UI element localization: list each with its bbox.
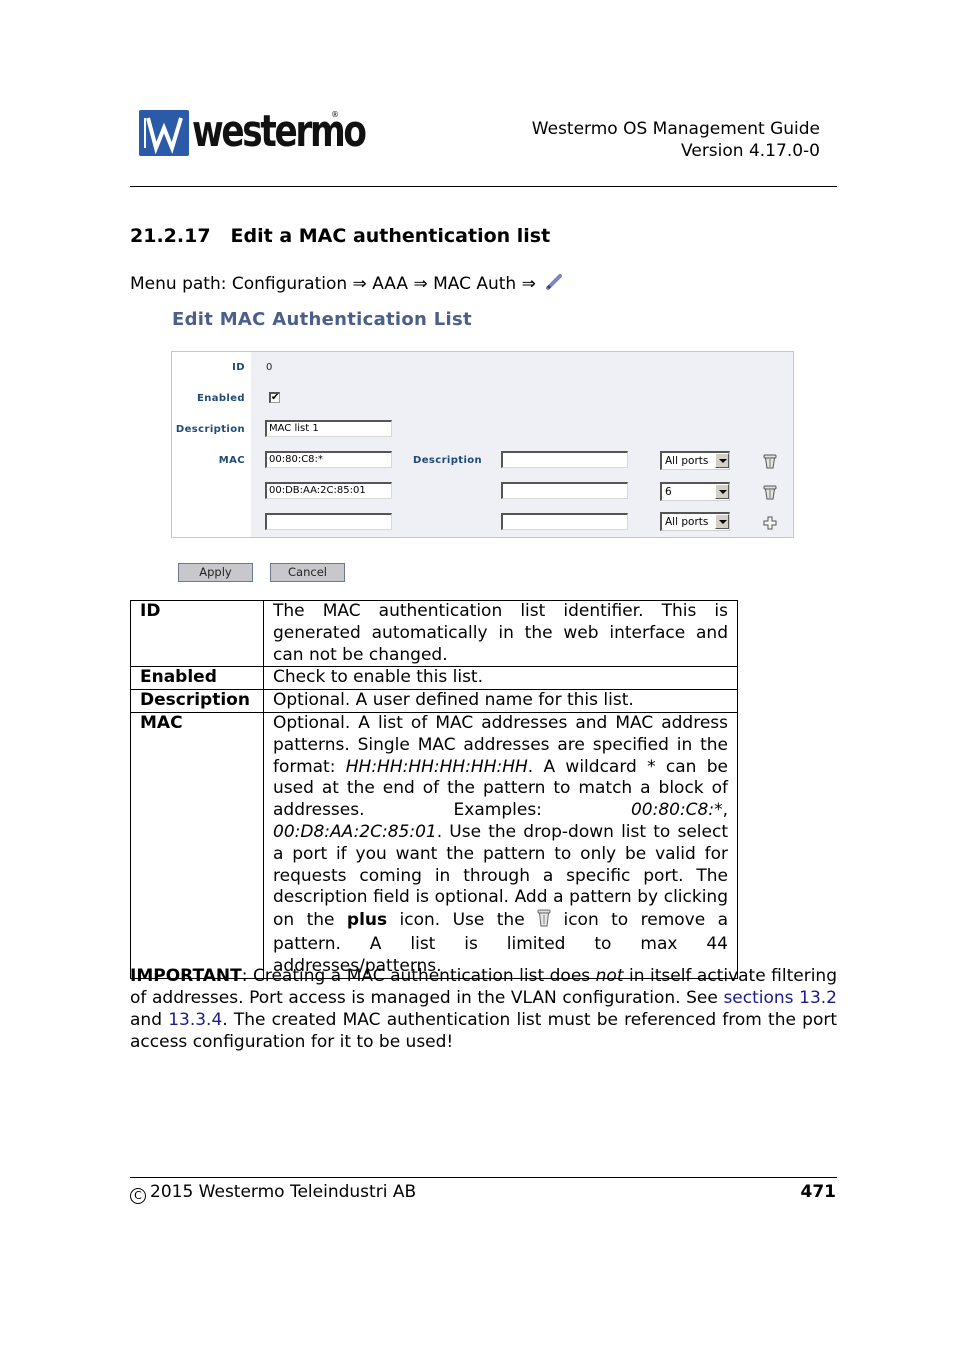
id-label: ID	[232, 362, 245, 373]
apply-button[interactable]: Apply	[178, 563, 253, 582]
description-label: Description	[175, 424, 245, 435]
emphasis: not	[595, 966, 624, 986]
text-run: ,	[722, 800, 728, 821]
mac-description-input[interactable]	[501, 513, 628, 530]
mac-description-input[interactable]	[501, 451, 628, 468]
port-select-value: All ports	[665, 455, 709, 467]
text-run: : Creating a MAC authentication list doe…	[241, 966, 596, 986]
menu-path: Menu path: Configuration ⇒ AAA ⇒ MAC Aut…	[130, 273, 563, 296]
page-number: 471	[800, 1182, 837, 1202]
table-key: ID	[130, 599, 264, 668]
mac-example: 00:D8:AA:2C:85:01	[273, 821, 437, 842]
copyright-icon: C	[130, 1188, 146, 1204]
ui-page-title: Edit MAC Authentication List	[172, 309, 472, 330]
important-label: IMPORTANT	[130, 966, 242, 986]
trash-icon[interactable]	[763, 453, 777, 469]
table-key: Enabled	[130, 666, 264, 691]
cancel-button[interactable]: Cancel	[270, 563, 345, 582]
table-value: The MAC authentication list identifier. …	[263, 599, 738, 668]
mac-auth-form: ID 0 Enabled ✔ Description MAC list 1 MA…	[171, 351, 794, 538]
table-row: MAC Optional. A list of MAC addresses an…	[130, 711, 738, 979]
pencil-icon	[545, 273, 563, 296]
footer-copyright: C 2015 Westermo Teleindustri AB	[130, 1182, 416, 1204]
id-value: 0	[266, 362, 273, 373]
trash-icon	[537, 909, 551, 934]
footer-divider	[130, 1177, 837, 1178]
enabled-checkbox[interactable]: ✔	[269, 392, 280, 403]
mac-example: 00:80:C8:*	[630, 800, 723, 821]
section-link[interactable]: sections 13.2	[723, 988, 837, 1008]
chevron-down-icon[interactable]	[715, 453, 729, 468]
important-note: IMPORTANT: Creating a MAC authentication…	[130, 965, 837, 1053]
text-run: icon. Use the	[387, 910, 538, 931]
menu-path-text: Menu path: Configuration ⇒ AAA ⇒ MAC Aut…	[130, 274, 536, 294]
mac-input[interactable]: 00:80:C8:*	[265, 451, 392, 468]
text-run: and	[130, 1010, 169, 1030]
table-row: Enabled Check to enable this list.	[130, 666, 738, 691]
table-value: Optional. A list of MAC addresses and MA…	[263, 711, 738, 979]
mac-label: MAC	[218, 455, 245, 466]
field-description-table: ID The MAC authentication list identifie…	[130, 599, 738, 979]
port-select-value: 6	[665, 486, 672, 498]
mac-description-label: Description	[413, 455, 483, 466]
port-select[interactable]: All ports	[660, 451, 730, 470]
logo-mark-icon	[139, 110, 189, 156]
mac-description-input[interactable]	[501, 482, 628, 499]
plus-word: plus	[346, 910, 388, 931]
table-row: Description Optional. A user defined nam…	[130, 689, 738, 713]
chevron-down-icon[interactable]	[715, 484, 729, 499]
registered-mark: ®	[331, 110, 339, 119]
port-select[interactable]: 6	[660, 482, 730, 501]
copyright-text: 2015 Westermo Teleindustri AB	[150, 1182, 417, 1202]
guide-version: Version 4.17.0-0	[681, 141, 820, 161]
table-key: Description	[130, 689, 264, 713]
mac-input[interactable]	[265, 513, 392, 530]
section-heading: 21.2.17 Edit a MAC authentication list	[130, 225, 550, 247]
port-select[interactable]: All ports	[660, 512, 730, 531]
section-link[interactable]: 13.3.4	[168, 1010, 222, 1030]
header-divider	[130, 186, 837, 187]
chevron-down-icon[interactable]	[715, 514, 729, 529]
guide-title: Westermo OS Management Guide	[531, 119, 820, 139]
plus-icon[interactable]	[763, 515, 777, 531]
table-value: Optional. A user defined name for this l…	[263, 689, 738, 713]
section-title: Edit a MAC authentication list	[230, 225, 551, 247]
description-input[interactable]: MAC list 1	[265, 420, 392, 437]
form-background	[251, 352, 793, 537]
table-key: MAC	[130, 711, 264, 979]
mac-input[interactable]: 00:DB:AA:2C:85:01	[265, 482, 392, 499]
table-value: Check to enable this list.	[263, 666, 738, 691]
mac-format: HH:HH:HH:HH:HH:HH	[345, 756, 528, 777]
trash-icon[interactable]	[763, 484, 777, 500]
enabled-label: Enabled	[196, 393, 245, 404]
text-run: . The created MAC authentication list mu…	[130, 1010, 838, 1052]
westermo-logo: westermo ®	[139, 106, 367, 158]
section-number: 21.2.17	[130, 225, 211, 247]
port-select-value: All ports	[665, 516, 709, 528]
document-header: Westermo OS Management Guide Version 4.1…	[532, 118, 820, 162]
table-row: ID The MAC authentication list identifie…	[130, 599, 738, 668]
